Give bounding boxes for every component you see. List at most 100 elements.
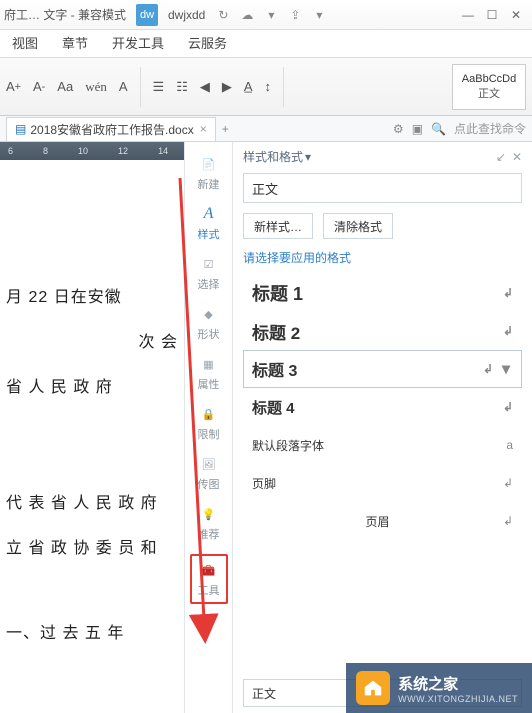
menu-chapter[interactable]: 章节 bbox=[50, 30, 100, 58]
paragraph-mark-icon: ↲ bbox=[503, 400, 513, 414]
main-area: 68101214 月 22 日在安徽 次 会 省 人 民 政 府 代 表 省 人… bbox=[0, 142, 532, 713]
shapes-icon: ◆ bbox=[199, 304, 219, 324]
search-commands-hint[interactable]: 点此查找命令 bbox=[454, 120, 526, 137]
style-gallery-label: 正文 bbox=[478, 85, 500, 101]
document-tab[interactable]: ▤ 2018安徽省政府工作报告.docx × bbox=[6, 117, 216, 141]
style-item-footer[interactable]: 页脚↲ bbox=[243, 464, 522, 502]
search-icon: 🔍 bbox=[431, 122, 446, 136]
style-item-heading1[interactable]: 标题 1↲ bbox=[243, 274, 522, 312]
doc-line: 立 省 政 协 委 员 和 bbox=[6, 531, 178, 566]
minimize-button[interactable]: — bbox=[456, 5, 480, 25]
styles-panel: 样式和格式 ▾ ↙ ✕ 正文 新样式… 清除格式 请选择要应用的格式 标题 1↲… bbox=[232, 142, 532, 713]
side-tools[interactable]: 🧰工具 bbox=[190, 554, 228, 604]
watermark-title: 系统之家 bbox=[398, 673, 518, 694]
document-area[interactable]: 68101214 月 22 日在安徽 次 会 省 人 民 政 府 代 表 省 人… bbox=[0, 142, 184, 713]
font-box[interactable]: A bbox=[119, 79, 128, 94]
paragraph-mark-icon: ↲ bbox=[483, 362, 493, 376]
properties-icon: ▦ bbox=[199, 354, 219, 374]
watermark-url: WWW.XITONGZHIJIA.NET bbox=[398, 694, 518, 704]
side-image[interactable]: 🖼传图 bbox=[198, 454, 220, 492]
side-select[interactable]: ☑选择 bbox=[198, 254, 220, 292]
style-gallery-item[interactable]: AaBbCcDd 正文 bbox=[452, 64, 526, 110]
doc-line: 省 人 民 政 府 bbox=[6, 370, 178, 405]
ribbon-toolbar: A+ A- Aa wén A ☰ ☷ ◀ ▶ A̲ ↕ AaBbCcDd 正文 bbox=[0, 58, 532, 116]
close-tab-icon[interactable]: × bbox=[200, 122, 207, 136]
current-style-box[interactable]: 正文 bbox=[243, 173, 522, 203]
side-toolbar: 📄新建 A样式 ☑选择 ◆形状 ▦属性 🔒限制 🖼传图 💡推荐 🧰工具 bbox=[184, 142, 232, 713]
char-scale[interactable]: A̲ bbox=[244, 79, 253, 94]
collapse-ribbon-icon[interactable]: ▣ bbox=[412, 122, 423, 136]
style-item-header[interactable]: 页眉↲ bbox=[243, 502, 522, 540]
style-icon: A bbox=[199, 204, 219, 224]
apply-hint: 请选择要应用的格式 bbox=[243, 249, 522, 266]
menu-view[interactable]: 视图 bbox=[0, 30, 50, 58]
toolbox-icon: 🧰 bbox=[199, 560, 219, 580]
menu-bar: 视图 章节 开发工具 云服务 bbox=[0, 30, 532, 58]
doc-short-name: dwjxdd bbox=[168, 8, 205, 22]
bulb-icon: 💡 bbox=[199, 504, 219, 524]
file-icon: 📄 bbox=[199, 154, 219, 174]
doc-line: 代 表 省 人 民 政 府 bbox=[6, 486, 178, 521]
paragraph-mark-icon: ↲ bbox=[503, 324, 513, 338]
close-panel-icon[interactable]: ✕ bbox=[512, 150, 522, 164]
chevron-down-icon[interactable]: ▾ bbox=[499, 362, 513, 376]
doc-line: 月 22 日在安徽 bbox=[6, 280, 178, 315]
line-spacing[interactable]: ↕ bbox=[265, 79, 272, 94]
paragraph-mark-icon: ↲ bbox=[503, 476, 513, 490]
cloud-icon[interactable]: ☁ bbox=[238, 6, 256, 24]
side-restrict[interactable]: 🔒限制 bbox=[198, 404, 220, 442]
menu-dev[interactable]: 开发工具 bbox=[100, 30, 176, 58]
document-body[interactable]: 月 22 日在安徽 次 会 省 人 民 政 府 代 表 省 人 民 政 府 立 … bbox=[0, 160, 184, 651]
font-decrease[interactable]: A- bbox=[33, 79, 45, 94]
indent-left[interactable]: ◀ bbox=[200, 79, 210, 95]
clear-format-button[interactable]: 清除格式 bbox=[323, 213, 393, 239]
font-increase[interactable]: A+ bbox=[6, 79, 21, 94]
pin-icon[interactable]: ↙ bbox=[496, 150, 506, 164]
app-logo: dw bbox=[136, 4, 158, 26]
side-recommend[interactable]: 💡推荐 bbox=[198, 504, 220, 542]
side-new[interactable]: 📄新建 bbox=[198, 154, 220, 192]
horizontal-ruler: 68101214 bbox=[0, 142, 184, 160]
lock-icon: 🔒 bbox=[199, 404, 219, 424]
side-shapes[interactable]: ◆形状 bbox=[198, 304, 220, 342]
char-mark-icon: a bbox=[506, 438, 513, 452]
doc-line: 一、过 去 五 年 bbox=[6, 616, 178, 651]
add-tab-button[interactable]: + bbox=[222, 122, 229, 136]
styles-panel-header: 样式和格式 ▾ ↙ ✕ bbox=[243, 148, 522, 165]
settings-icon[interactable]: ⚙ bbox=[393, 122, 404, 136]
numbering[interactable]: ☷ bbox=[176, 79, 188, 95]
style-item-heading2[interactable]: 标题 2↲ bbox=[243, 312, 522, 350]
change-case[interactable]: Aa bbox=[57, 79, 73, 94]
watermark-logo-icon bbox=[356, 671, 390, 705]
doc-line: 次 会 bbox=[6, 325, 178, 360]
style-item-default-font[interactable]: 默认段落字体a bbox=[243, 426, 522, 464]
style-list: 标题 1↲ 标题 2↲ 标题 3 ↲▾ 标题 4↲ 默认段落字体a 页脚↲ 页眉… bbox=[243, 274, 522, 671]
phonetic-guide[interactable]: wén bbox=[85, 79, 107, 95]
style-sample: AaBbCcDd bbox=[462, 73, 516, 85]
share-icon[interactable]: ⇪ bbox=[286, 6, 304, 24]
side-styles[interactable]: A样式 bbox=[198, 204, 220, 242]
panel-title: 样式和格式 bbox=[243, 148, 303, 165]
dropdown-icon[interactable]: ▾ bbox=[262, 6, 280, 24]
bullets[interactable]: ☰ bbox=[153, 79, 165, 95]
app-title: 府工… 文字 - 兼容模式 bbox=[4, 6, 126, 23]
paragraph-mark-icon: ↲ bbox=[503, 514, 513, 528]
side-properties[interactable]: ▦属性 bbox=[198, 354, 220, 392]
paragraph-mark-icon: ↲ bbox=[503, 286, 513, 300]
close-window-button[interactable]: ✕ bbox=[504, 5, 528, 25]
new-style-button[interactable]: 新样式… bbox=[243, 213, 313, 239]
style-item-heading3[interactable]: 标题 3 ↲▾ bbox=[243, 350, 522, 388]
maximize-button[interactable]: ☐ bbox=[480, 5, 504, 25]
document-tab-bar: ▤ 2018安徽省政府工作报告.docx × + ⚙ ▣ 🔍 点此查找命令 bbox=[0, 116, 532, 142]
select-icon: ☑ bbox=[199, 254, 219, 274]
menu-cloud[interactable]: 云服务 bbox=[176, 30, 239, 58]
indent-right[interactable]: ▶ bbox=[222, 79, 232, 95]
sync-icon[interactable]: ↻ bbox=[214, 6, 232, 24]
word-doc-icon: ▤ bbox=[15, 122, 26, 136]
watermark: 系统之家 WWW.XITONGZHIJIA.NET bbox=[346, 663, 532, 713]
style-item-heading4[interactable]: 标题 4↲ bbox=[243, 388, 522, 426]
dropdown2-icon[interactable]: ▾ bbox=[310, 6, 328, 24]
image-icon: 🖼 bbox=[199, 454, 219, 474]
document-tab-name: 2018安徽省政府工作报告.docx bbox=[30, 121, 193, 138]
panel-dropdown-icon[interactable]: ▾ bbox=[305, 150, 311, 164]
